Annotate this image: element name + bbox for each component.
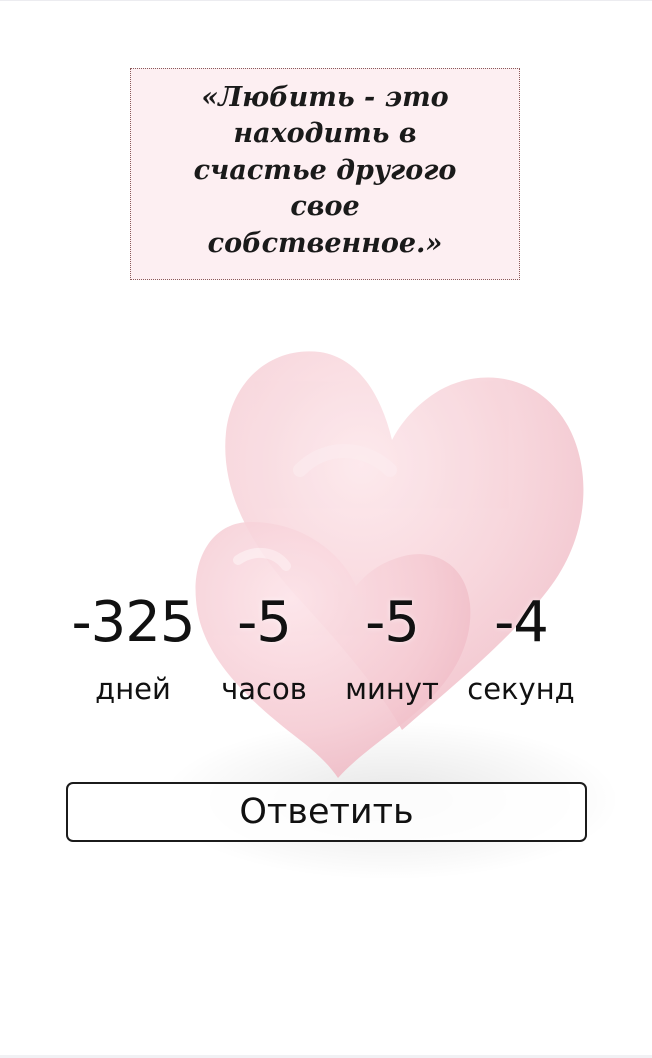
countdown-minutes: -5 минут [327, 588, 457, 706]
quote-card: «Любить - это находить в счастье другого… [130, 68, 520, 280]
quote-text: «Любить - это находить в счастье другого… [193, 81, 457, 259]
hours-value: -5 [237, 590, 292, 655]
reply-button[interactable]: Ответить [66, 782, 587, 842]
countdown-days: -325 дней [68, 588, 198, 706]
countdown-seconds: -4 секунд [456, 588, 586, 706]
days-label: дней [95, 672, 171, 706]
top-divider [0, 0, 652, 1]
days-value: -325 [71, 590, 195, 655]
seconds-label: секунд [467, 672, 575, 706]
countdown-hours: -5 часов [199, 588, 329, 706]
hours-label: часов [221, 672, 307, 706]
countdown-timer: -325 дней -5 часов -5 минут -4 секунд [0, 588, 652, 718]
minutes-label: минут [345, 672, 439, 706]
seconds-value: -4 [494, 590, 549, 655]
minutes-value: -5 [365, 590, 420, 655]
